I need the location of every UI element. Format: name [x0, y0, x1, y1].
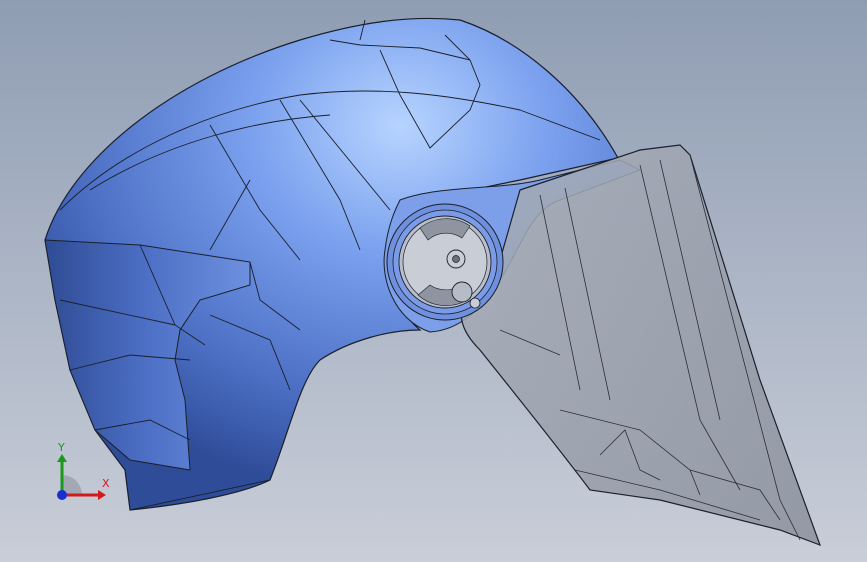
helmet-model[interactable]: [0, 0, 867, 562]
z-axis-dot: [57, 490, 67, 500]
x-axis-label: X: [102, 477, 110, 490]
coordinate-triad: X Y: [40, 438, 120, 518]
graphics-viewport[interactable]: X Y: [0, 0, 867, 562]
visor-pivot-hub: [386, 203, 504, 321]
y-axis-label: Y: [58, 441, 65, 454]
